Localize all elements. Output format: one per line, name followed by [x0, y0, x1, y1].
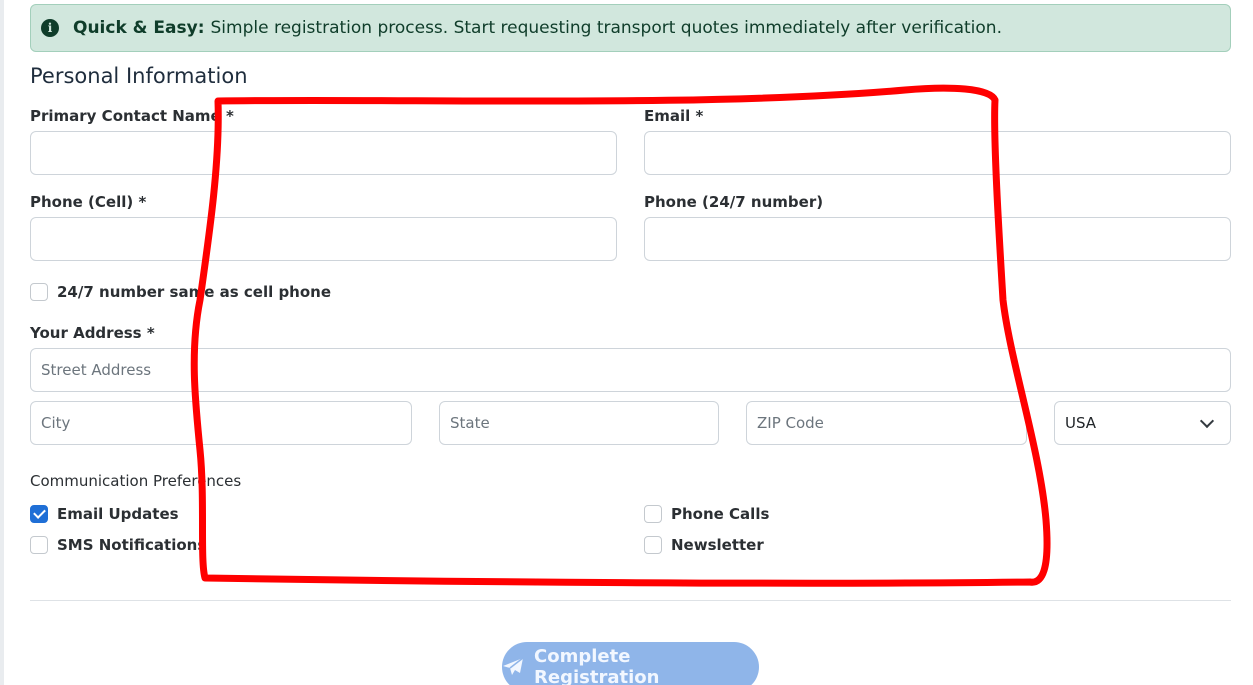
email-updates-option[interactable]: Email Updates [30, 505, 179, 523]
sms-label: SMS Notifications [57, 536, 207, 554]
street-address-input[interactable]: Street Address [30, 348, 1231, 392]
sms-checkbox[interactable] [30, 536, 48, 554]
left-rail [0, 0, 4, 685]
info-icon: i [41, 19, 59, 37]
complete-registration-button[interactable]: Complete Registration [502, 642, 759, 685]
preferences-title: Communication Preferences [30, 472, 242, 490]
chevron-down-icon [1199, 413, 1215, 428]
country-value: USA [1065, 414, 1097, 432]
newsletter-checkbox[interactable] [644, 536, 662, 554]
phone-cell-input[interactable] [30, 217, 617, 261]
divider [30, 600, 1231, 601]
city-placeholder: City [41, 414, 71, 432]
primary-contact-label: Primary Contact Name * [30, 107, 234, 125]
phone-calls-option[interactable]: Phone Calls [644, 505, 769, 523]
country-select[interactable]: USA [1054, 401, 1231, 445]
sms-option[interactable]: SMS Notifications [30, 536, 206, 554]
state-placeholder: State [450, 414, 490, 432]
phone-247-label: Phone (24/7 number) [644, 193, 824, 211]
same-as-cell-option[interactable]: 24/7 number same as cell phone [30, 283, 331, 301]
email-input[interactable] [644, 131, 1231, 175]
phone-cell-label: Phone (Cell) * [30, 193, 147, 211]
alert-text: Simple registration process. Start reque… [210, 18, 1002, 38]
phone-247-input[interactable] [644, 217, 1231, 261]
red-scribble-annotation [190, 84, 1051, 587]
phone-calls-label: Phone Calls [671, 505, 770, 523]
newsletter-option[interactable]: Newsletter [644, 536, 764, 554]
email-label: Email * [644, 107, 704, 125]
section-title: Personal Information [30, 64, 248, 88]
complete-registration-label: Complete Registration [534, 646, 660, 685]
street-address-placeholder: Street Address [41, 361, 152, 379]
email-updates-label: Email Updates [57, 505, 179, 523]
alert-strong-text: Quick & Easy: [73, 18, 205, 38]
state-input[interactable]: State [439, 401, 719, 445]
zip-placeholder: ZIP Code [757, 414, 824, 432]
info-alert: i Quick & Easy: Simple registration proc… [30, 4, 1231, 52]
phone-calls-checkbox[interactable] [644, 505, 662, 523]
primary-contact-input[interactable] [30, 131, 617, 175]
same-as-cell-label: 24/7 number same as cell phone [57, 283, 332, 301]
same-as-cell-checkbox[interactable] [30, 283, 48, 301]
zip-input[interactable]: ZIP Code [746, 401, 1027, 445]
address-label: Your Address * [30, 324, 155, 342]
newsletter-label: Newsletter [671, 536, 764, 554]
email-updates-checkbox[interactable] [30, 505, 48, 523]
paper-plane-icon [502, 657, 524, 677]
city-input[interactable]: City [30, 401, 412, 445]
